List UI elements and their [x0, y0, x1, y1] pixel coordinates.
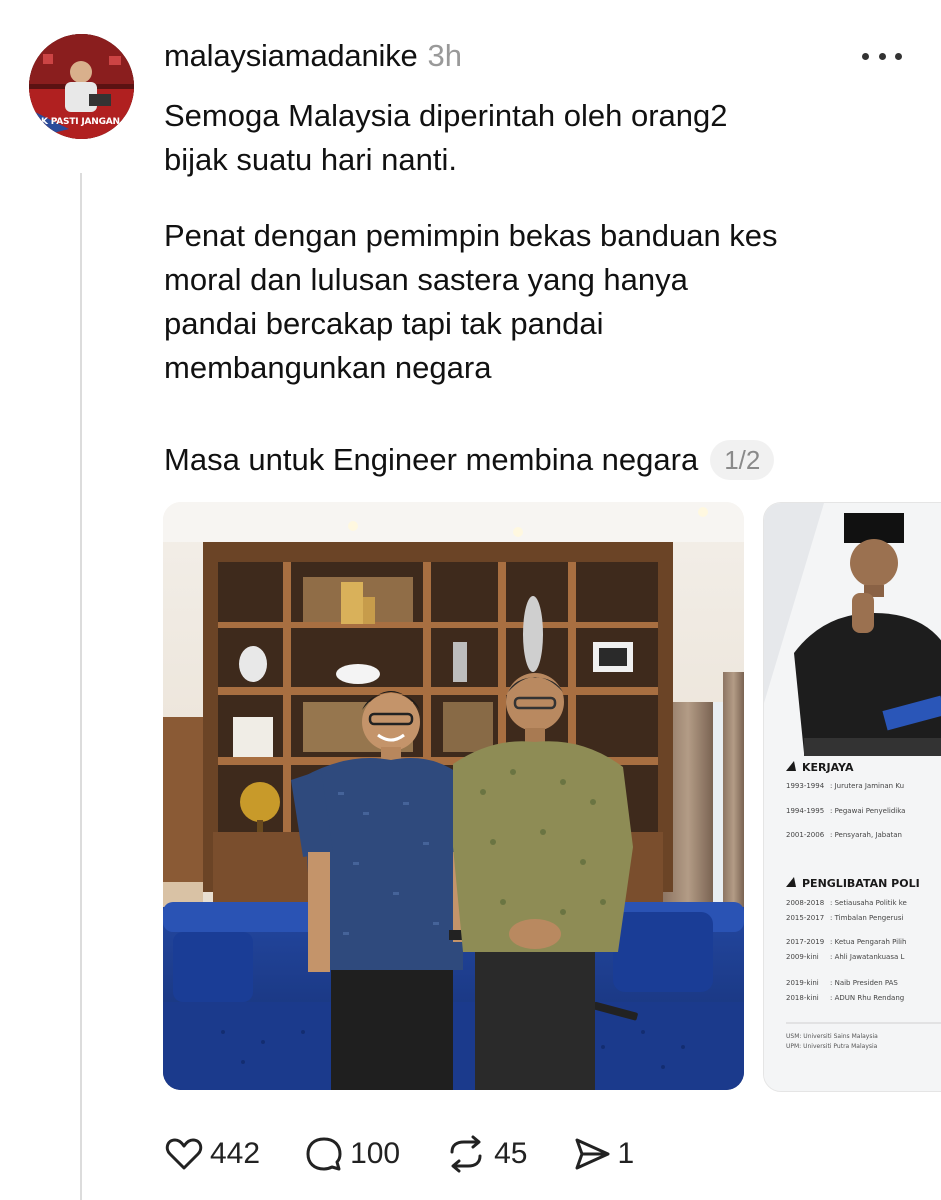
- career-item-2: : Pegawai Penyelidika: [830, 807, 905, 815]
- politics-year-1: 2008-2018: [786, 899, 824, 907]
- p3-text: Masa untuk Engineer membina negara: [164, 442, 699, 477]
- career-item-1: : Jurutera Jaminan Ku: [830, 782, 904, 790]
- career-item-3: : Pensyarah, Jabatan: [830, 831, 902, 839]
- more-options-icon[interactable]: [862, 46, 902, 66]
- career-year-3: 2001-2006: [786, 831, 825, 839]
- repost-icon: [450, 1135, 482, 1173]
- comment-count: 100: [350, 1137, 401, 1170]
- avatar-caption: TAK PASTI JANGAN KO: [29, 117, 134, 127]
- p2-line-2: moral dan lulusan sastera yang hanya: [164, 262, 688, 297]
- career-year-1: 1993-1994: [786, 782, 825, 790]
- p1-line-2: bijak suatu hari nanti.: [164, 142, 457, 177]
- post-paragraph-1: Semoga Malaysia diperintah oleh orang2 bi…: [164, 94, 934, 182]
- politics-item-2: : Timbalan Pengerusi: [830, 914, 903, 922]
- thread-line: [80, 173, 82, 1200]
- thread-post: TAK PASTI JANGAN KO malaysiamadanike 3h …: [0, 0, 941, 1200]
- footnote-1: USM: Universiti Sains Malaysia: [786, 1033, 878, 1040]
- like-button[interactable]: 442: [164, 1134, 260, 1174]
- photo-two-men: [163, 502, 744, 1090]
- image-counter: 1/2: [710, 440, 775, 480]
- post-paragraph-3: Masa untuk Engineer membina negara 1/2: [164, 438, 934, 482]
- politics-year-2: 2015-2017: [786, 914, 824, 922]
- p1-line-1: Semoga Malaysia diperintah oleh orang2: [164, 98, 728, 133]
- politics-year-4: 2009-kini: [786, 953, 819, 961]
- post-image-2[interactable]: KERJAYA 1993-1994 : Jurutera Jaminan Ku …: [763, 502, 941, 1092]
- share-button[interactable]: 1: [572, 1134, 635, 1174]
- p2-line-4: membangunkan negara: [164, 350, 492, 385]
- comment-button[interactable]: 100: [304, 1134, 400, 1174]
- repost-button[interactable]: 45: [444, 1134, 528, 1174]
- politics-year-3: 2017-2019: [786, 938, 824, 946]
- politics-item-1: : Setiausaha Politik ke: [830, 899, 907, 907]
- heart-icon: [165, 1138, 203, 1170]
- post-paragraph-2: Penat dengan pemimpin bekas banduan kes m…: [164, 214, 934, 390]
- action-bar: 442 100 45 1: [164, 1130, 678, 1178]
- username[interactable]: malaysiamadanike: [164, 38, 418, 74]
- politics-year-5: 2019-kini: [786, 979, 819, 987]
- post-time: 3h: [427, 38, 463, 73]
- politics-item-6: : ADUN Rhu Rendang: [830, 994, 904, 1002]
- politics-item-3: : Ketua Pengarah Pilih: [830, 938, 906, 946]
- section-politics-title: PENGLIBATAN POLI: [802, 877, 920, 890]
- politics-year-6: 2018-kini: [786, 994, 819, 1002]
- footnote-2: UPM: Universiti Putra Malaysia: [786, 1043, 878, 1050]
- p2-line-1: Penat dengan pemimpin bekas banduan kes: [164, 218, 778, 253]
- share-count: 1: [617, 1137, 635, 1170]
- profile-infographic: KERJAYA 1993-1994 : Jurutera Jaminan Ku …: [764, 503, 941, 1091]
- post-header: malaysiamadanike 3h: [164, 38, 462, 78]
- avatar[interactable]: TAK PASTI JANGAN KO: [29, 34, 134, 139]
- like-count: 442: [210, 1137, 261, 1170]
- section-career-title: KERJAYA: [802, 761, 854, 774]
- post-image-1[interactable]: [163, 502, 744, 1090]
- politics-item-5: : Naib Presiden PAS: [830, 979, 898, 987]
- p2-line-3: pandai bercakap tapi tak pandai: [164, 306, 604, 341]
- repost-count: 45: [494, 1137, 528, 1170]
- comment-icon: [306, 1137, 342, 1171]
- career-year-2: 1994-1995: [786, 807, 824, 815]
- send-icon: [575, 1138, 609, 1170]
- politics-item-4: : Ahli Jawatankuasa L: [830, 953, 904, 961]
